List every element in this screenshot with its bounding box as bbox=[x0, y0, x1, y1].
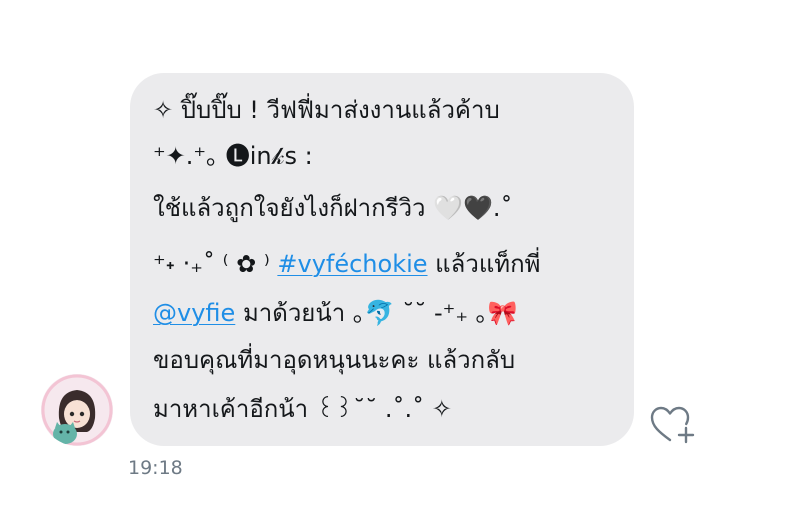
heart-plus-icon bbox=[650, 406, 695, 444]
message-line-3: ใช้แล้วถูกใจยังไงก็ฝากรีวิว 🤍🖤.˚ bbox=[153, 194, 513, 222]
like-button[interactable] bbox=[649, 404, 697, 446]
line-5-suffix: มาด้วยน้า ｡🐬 ˘˘ -⁺₊ ｡🎀 bbox=[242, 299, 518, 327]
message-line-5: @vyfie มาด้วยน้า ｡🐬 ˘˘ -⁺₊ ｡🎀 bbox=[153, 298, 518, 328]
message-line-6: ขอบคุณที่มาอุดหนุนนะคะ แล้วกลับ bbox=[153, 346, 516, 374]
sender-avatar[interactable] bbox=[41, 374, 113, 446]
message-line-7: มาหาเค้าอีกน้า ꒰꒱˘˘ .˚.˚ ✧ bbox=[153, 395, 452, 423]
hashtag-link[interactable]: #vyféchokie bbox=[277, 250, 427, 278]
message-timestamp: 19:18 bbox=[128, 457, 183, 479]
line-4-prefix: ⁺˖ ‧₊˚ ⁽ ✿ ⁾ bbox=[153, 250, 270, 278]
message-line-2: ⁺✦.⁺｡ 🅛in𝓀s : bbox=[153, 142, 313, 170]
avatar-illustration bbox=[41, 374, 113, 446]
message-line-4: ⁺˖ ‧₊˚ ⁽ ✿ ⁾ #vyféchokie แล้วแท็กพี่ bbox=[153, 249, 540, 279]
mention-link[interactable]: @vyfie bbox=[153, 299, 235, 327]
line-4-suffix: แล้วแท็กพี่ bbox=[435, 250, 541, 278]
message-line-1: ✧ ปิ๊บปิ๊บ ! วีฟฟี่มาส่งงานแล้วค้าบ bbox=[153, 96, 500, 124]
